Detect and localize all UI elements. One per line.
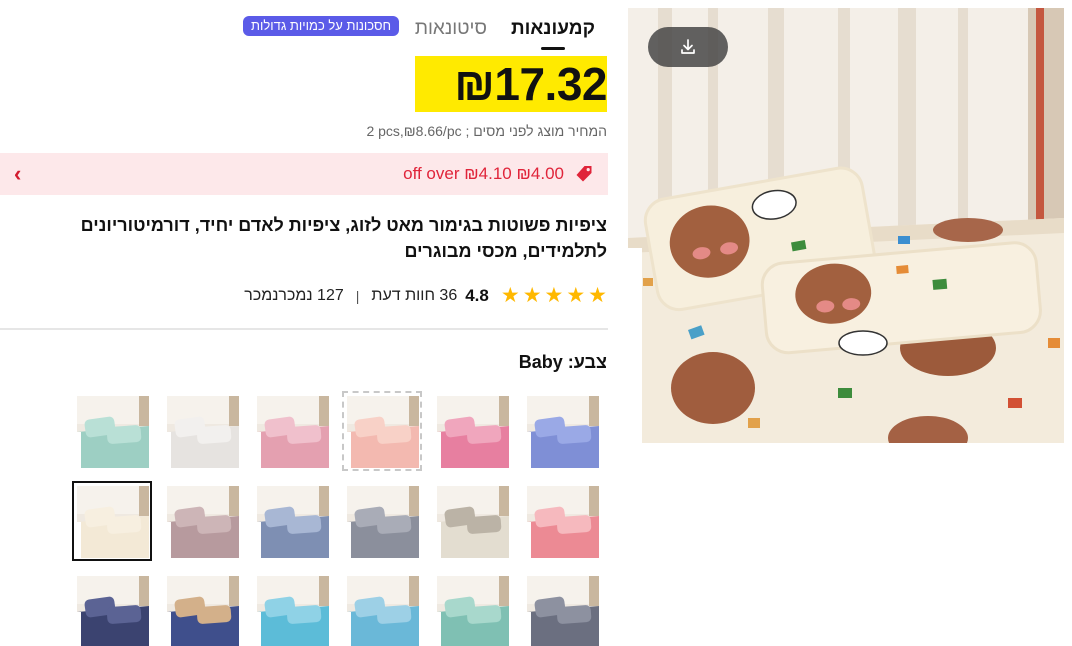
main-product-image[interactable]	[628, 8, 1064, 443]
color-swatch-grid	[62, 388, 608, 646]
color-swatch-navy-corgi[interactable]	[162, 571, 242, 646]
product-title: ציפיות פשוטות בגימור מאט לזוג, ציפיות לא…	[80, 215, 607, 261]
color-swatch-white-geo[interactable]	[162, 391, 242, 471]
product-photo	[628, 8, 1064, 443]
swatch-thumbnail	[437, 486, 509, 558]
swatch-thumbnail	[167, 576, 239, 646]
swatch-thumbnail	[77, 486, 149, 558]
price-value: ₪17.32	[454, 57, 607, 111]
color-swatch-peach-light[interactable]	[342, 391, 422, 471]
sold-count: 127 נמכרנמכר	[244, 287, 343, 305]
swatch-thumbnail	[527, 486, 599, 558]
promo-text: off over ₪4.10 ₪4.00	[403, 164, 564, 183]
swatch-thumbnail	[527, 576, 599, 646]
price-highlight: ₪17.32	[415, 56, 607, 112]
color-swatch-mint[interactable]	[72, 391, 152, 471]
color-label: צבע: Baby	[518, 352, 607, 372]
color-swatch-pink-plaid[interactable]	[432, 391, 512, 471]
rating-value: 4.8	[465, 285, 489, 305]
rating-separator: |	[355, 287, 360, 304]
swatch-thumbnail	[437, 396, 509, 468]
color-swatch-plaid-black[interactable]	[432, 481, 512, 561]
product-page: קמעונאות סיטונאות חסכונות על כמויות גדול…	[0, 0, 1072, 646]
purchase-mode-tabs: קמעונאות סיטונאות	[403, 14, 607, 50]
currency-symbol: ₪	[454, 58, 495, 110]
tab-wholesale[interactable]: סיטונאות	[403, 14, 499, 50]
color-swatch-sky-pattern[interactable]	[342, 571, 422, 646]
chevron-left-icon: ‹	[14, 161, 22, 186]
swatch-thumbnail	[77, 396, 149, 468]
swatch-thumbnail	[167, 486, 239, 558]
promo-banner[interactable]: ‹ off over ₪4.10 ₪4.00	[0, 153, 608, 195]
swatch-thumbnail	[77, 576, 149, 646]
download-icon	[681, 39, 695, 54]
rating-row: ★ ★ ★ ★ ★ 4.8 36 חוות דעת | 127 נמכרנמכר	[244, 285, 607, 306]
sold-number: 127	[317, 286, 344, 304]
swatch-thumbnail	[527, 396, 599, 468]
promo-content: off over ₪4.10 ₪4.00	[403, 164, 594, 184]
swatch-thumbnail	[167, 396, 239, 468]
color-swatch-stripe-blue[interactable]	[252, 481, 332, 561]
tag-icon	[576, 166, 592, 182]
reviews-link[interactable]: 36 חוות דעת	[371, 287, 457, 305]
color-swatch-navy-star[interactable]	[72, 571, 152, 646]
unit-price-text: 2 pcs,₪8.66/pc ; המחיר מוצג לפני מסים	[366, 123, 607, 139]
reviews-label: חוות דעת	[371, 286, 435, 304]
swatch-thumbnail	[257, 396, 329, 468]
swatch-thumbnail	[257, 486, 329, 558]
color-swatch-pink[interactable]	[252, 391, 332, 471]
download-button[interactable]	[648, 27, 728, 67]
reviews-count: 36	[439, 286, 458, 304]
swatch-thumbnail	[347, 396, 419, 468]
tab-retail[interactable]: קמעונאות	[499, 14, 607, 50]
star-icon: ★	[566, 284, 586, 307]
color-swatch-baby[interactable]	[72, 481, 152, 561]
star-icon: ★	[522, 284, 542, 307]
swatch-thumbnail	[437, 576, 509, 646]
color-swatch-mint-dog[interactable]	[432, 571, 512, 646]
color-swatch-mauve[interactable]	[162, 481, 242, 561]
color-swatch-aqua-dino[interactable]	[252, 571, 332, 646]
color-swatch-pink-animal[interactable]	[522, 481, 602, 561]
sold-label: נמכרנמכר	[244, 286, 313, 304]
color-swatch-blue[interactable]	[522, 391, 602, 471]
swatch-thumbnail	[257, 576, 329, 646]
star-icon: ★	[500, 284, 520, 307]
color-swatch-grey-check[interactable]	[522, 571, 602, 646]
rating-stars: ★ ★ ★ ★ ★	[501, 285, 607, 306]
section-divider	[0, 328, 608, 330]
swatch-thumbnail	[347, 576, 419, 646]
price-amount: 17.32	[494, 58, 607, 110]
color-swatch-grey[interactable]	[342, 481, 422, 561]
star-icon: ★	[588, 284, 607, 307]
star-icon: ★	[544, 284, 564, 307]
swatch-thumbnail	[347, 486, 419, 558]
bulk-savings-badge: חסכונות על כמויות גדולות	[243, 16, 400, 36]
